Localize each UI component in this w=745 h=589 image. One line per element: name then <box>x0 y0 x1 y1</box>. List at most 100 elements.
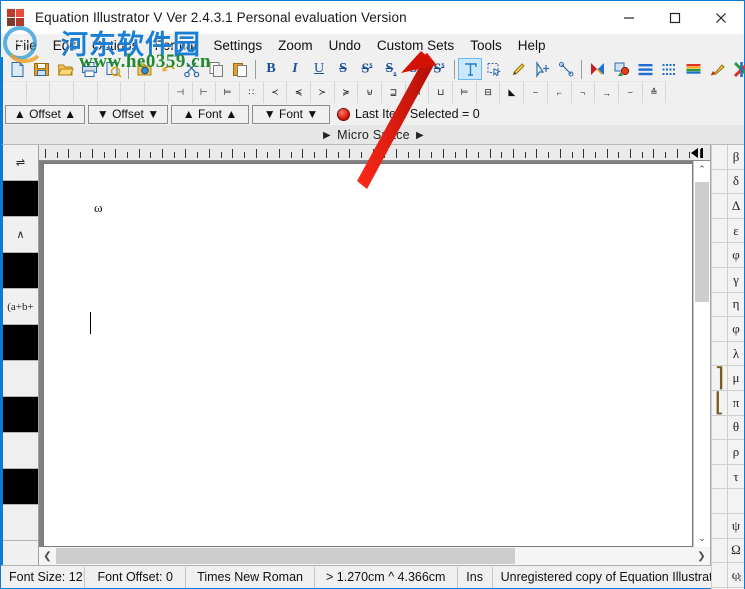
vertical-scroll-thumb[interactable] <box>695 182 709 302</box>
brush-icon[interactable] <box>705 58 729 80</box>
bracket-cell-6[interactable] <box>711 267 727 293</box>
bracket-cell-5[interactable] <box>711 243 727 268</box>
open-folder-icon[interactable] <box>53 58 77 80</box>
thumbnail-item-11[interactable] <box>3 505 38 541</box>
greek-symbol-cell-1[interactable]: β <box>727 145 744 170</box>
menu-help[interactable]: Help <box>510 36 554 55</box>
thumbnail-item-6[interactable] <box>3 325 38 361</box>
greek-symbol-cell-7[interactable]: η <box>727 292 744 318</box>
print-preview-icon[interactable] <box>101 58 125 80</box>
scroll-up-button[interactable]: ⌃ <box>694 161 710 178</box>
greek-symbol-cell-10[interactable]: μ <box>727 366 744 391</box>
strikethrough-button[interactable]: S <box>331 58 355 80</box>
bracket-cell-8[interactable] <box>711 317 727 342</box>
font-up-button[interactable]: ▲ Font ▲ <box>171 104 249 124</box>
menu-zoom[interactable]: Zoom <box>270 36 321 55</box>
menu-format[interactable]: Format <box>147 36 206 55</box>
text-tool-button[interactable] <box>458 58 482 80</box>
symbol-cell-12[interactable]: ≺ <box>263 81 288 103</box>
minimize-button[interactable] <box>606 1 652 34</box>
subscript-button[interactable]: Ss <box>379 58 403 80</box>
symbol-cell-22[interactable]: ◣ <box>500 81 525 103</box>
greek-symbol-cell-3[interactable]: Δ <box>727 194 744 219</box>
export-image-icon[interactable] <box>132 58 156 80</box>
line-icon[interactable] <box>554 58 578 80</box>
scroll-down-button[interactable]: ⌄ <box>694 530 710 547</box>
greek-symbol-cell-17[interactable]: Ω <box>727 538 744 564</box>
red-ball-icon[interactable] <box>337 107 350 121</box>
bracket-cell-18[interactable] <box>711 563 727 588</box>
color-fill-icon[interactable] <box>609 58 633 80</box>
symbol-cell-17[interactable]: ⊒ <box>382 81 406 103</box>
symbol-cell-15[interactable]: ≽ <box>334 81 359 103</box>
resize-grip[interactable] <box>731 571 742 583</box>
new-document-icon[interactable] <box>5 58 29 80</box>
symbol-cell-23[interactable]: ⌣ <box>524 81 548 103</box>
micro-space-label[interactable]: ► Micro Space ► <box>321 128 427 142</box>
greek-symbol-cell-4[interactable]: ε <box>727 218 744 244</box>
canvas-glyph[interactable]: ω <box>94 200 103 216</box>
select-region-icon[interactable] <box>482 58 506 80</box>
line-style-icon[interactable] <box>633 58 657 80</box>
symbol-cell-28[interactable]: ≙ <box>642 81 667 103</box>
symbol-cell-10[interactable]: ⊨ <box>216 81 240 103</box>
thumbnail-item-4[interactable] <box>3 253 38 289</box>
expression-item[interactable]: (a+b+ <box>3 289 38 325</box>
menu-file[interactable]: File <box>7 36 45 55</box>
wedge-item[interactable]: ∧ <box>3 217 38 253</box>
greek-symbol-cell-14[interactable]: τ <box>727 464 744 490</box>
underline-button[interactable]: U <box>307 58 331 80</box>
greek-symbol-cell-16[interactable]: ψ <box>727 513 744 539</box>
greek-symbol-cell-5[interactable]: φ <box>727 243 744 268</box>
thumbnail-item-2[interactable] <box>3 181 38 217</box>
bracket-cell-4[interactable] <box>711 218 727 244</box>
horizontal-scroll-thumb[interactable] <box>56 548 515 564</box>
thumbnail-item-7[interactable] <box>3 361 38 397</box>
palette-icon[interactable] <box>729 58 745 80</box>
symbol-cell-11[interactable]: ∷ <box>239 81 264 103</box>
menu-undo[interactable]: Undo <box>321 36 369 55</box>
bracket-cell-17[interactable] <box>711 538 727 564</box>
symbol-cell-21[interactable]: ⊟ <box>476 81 501 103</box>
bracket-cell-9[interactable] <box>711 341 727 367</box>
move-pointer-icon[interactable] <box>530 58 554 80</box>
bracket-cell-7[interactable] <box>711 292 727 318</box>
greek-symbol-cell-13[interactable]: ρ <box>727 440 744 465</box>
symbol-cell-3[interactable] <box>50 81 75 103</box>
symbol-cell-18[interactable]: ⊓ <box>405 81 430 103</box>
paste-icon[interactable] <box>228 58 252 80</box>
subsubscript-button[interactable]: Ss <box>403 58 427 80</box>
snap-icon[interactable] <box>585 58 609 80</box>
print-icon[interactable] <box>77 58 101 80</box>
superscript-button[interactable]: Ss <box>355 58 379 80</box>
symbol-cell-14[interactable]: ≻ <box>310 81 335 103</box>
bracket-cell-14[interactable] <box>711 464 727 490</box>
greek-symbol-cell-11[interactable]: π <box>727 390 744 416</box>
symbol-cell-4[interactable] <box>74 81 98 103</box>
bracket-cell-1[interactable] <box>711 145 727 170</box>
symbol-cell-7[interactable] <box>145 81 169 103</box>
symbol-cell-8[interactable]: ⊣ <box>168 81 193 103</box>
maximize-button[interactable] <box>652 1 698 34</box>
menu-custom-sets[interactable]: Custom Sets <box>369 36 462 55</box>
scroll-right-button[interactable]: ❯ <box>693 547 710 565</box>
symbol-cell-25[interactable]: ¬ <box>571 81 596 103</box>
offset-up-button[interactable]: ▲ Offset ▲ <box>5 104 85 124</box>
vertical-scroll-track[interactable] <box>694 178 710 530</box>
pencil-icon[interactable] <box>506 58 530 80</box>
horizontal-scroll-track[interactable] <box>56 547 693 565</box>
menu-tools[interactable]: Tools <box>462 36 510 55</box>
bracket-cell-12[interactable] <box>711 415 727 441</box>
greek-symbol-cell-8[interactable]: φ <box>727 317 744 342</box>
cut-icon[interactable] <box>180 58 204 80</box>
menu-edit[interactable]: Edit <box>45 36 84 55</box>
thumbnail-item-8[interactable] <box>3 397 38 433</box>
symbol-cell-5[interactable] <box>97 81 122 103</box>
undo-icon[interactable] <box>156 58 180 80</box>
vertical-scrollbar[interactable]: ⌃ ⌄ <box>693 161 710 547</box>
bracket-cell-16[interactable] <box>711 513 727 539</box>
menu-settings[interactable]: Settings <box>205 36 270 55</box>
bracket-cell-11[interactable]: ⌊ <box>711 390 727 416</box>
thumbnail-item-10[interactable] <box>3 469 38 505</box>
italic-button[interactable]: I <box>283 58 307 80</box>
